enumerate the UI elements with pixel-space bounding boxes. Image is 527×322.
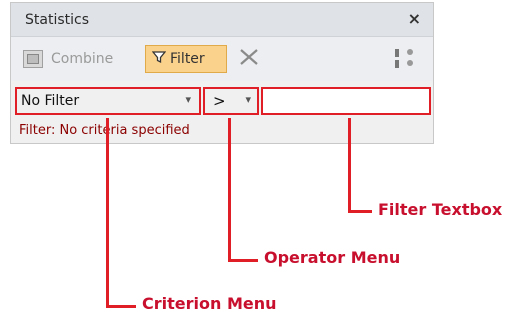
- clear-filter-icon: [238, 46, 260, 73]
- callout-filter-textbox: Filter Textbox: [378, 200, 503, 219]
- criterion-menu[interactable]: No Filter ▾: [15, 87, 201, 115]
- toolbar: Combine Filter: [11, 37, 433, 81]
- callout-line-operator-v: [228, 118, 231, 262]
- combine-label: Combine: [51, 51, 114, 67]
- callout-line-operator-h: [228, 259, 258, 262]
- callout-operator-menu: Operator Menu: [264, 248, 401, 267]
- filter-button[interactable]: Filter: [145, 45, 227, 73]
- callout-line-criterion-v: [106, 118, 109, 308]
- combine-icon: [23, 50, 43, 68]
- criterion-value: No Filter: [21, 93, 80, 109]
- operator-value: >: [213, 92, 226, 110]
- combine-button[interactable]: Combine: [23, 45, 135, 73]
- view-options-icon[interactable]: [395, 49, 413, 71]
- callout-criterion-menu: Criterion Menu: [142, 294, 277, 313]
- callout-line-criterion-h: [106, 305, 136, 308]
- panel-title: Statistics: [25, 12, 89, 28]
- statistics-panel: Statistics × Combine Filter No Filter ▾: [10, 2, 434, 144]
- chevron-down-icon: ▾: [185, 93, 191, 106]
- callout-line-textbox-h: [348, 210, 372, 213]
- filter-row: No Filter ▾ > ▾: [11, 83, 433, 117]
- funnel-icon: [151, 50, 167, 68]
- filter-label: Filter: [170, 51, 205, 67]
- panel-titlebar: Statistics ×: [11, 3, 433, 37]
- callout-line-textbox-v: [348, 118, 351, 213]
- filter-textbox[interactable]: [261, 87, 431, 115]
- operator-menu[interactable]: > ▾: [203, 87, 259, 115]
- close-icon[interactable]: ×: [408, 9, 421, 28]
- clear-filter-button[interactable]: [237, 45, 261, 73]
- filter-status-text: Filter: No criteria specified: [19, 123, 190, 138]
- chevron-down-icon: ▾: [245, 93, 251, 106]
